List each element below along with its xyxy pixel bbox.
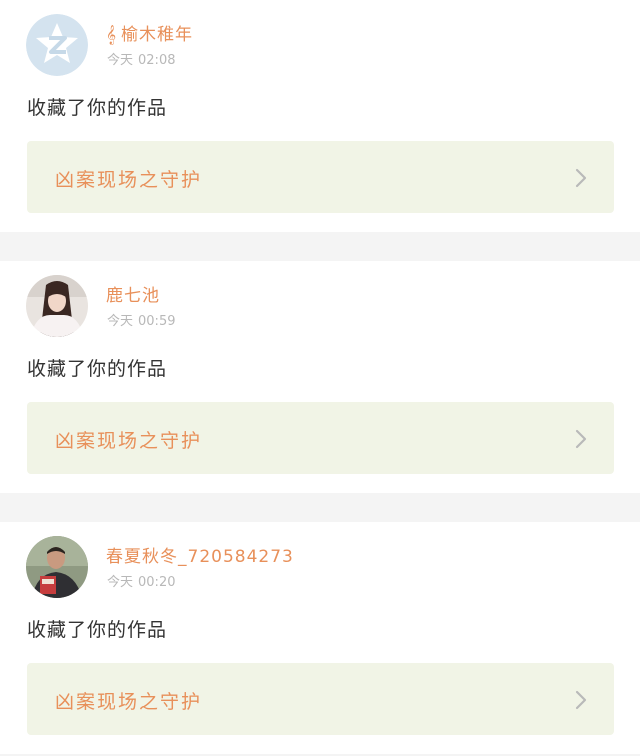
username-text: 榆木稚年: [121, 25, 194, 45]
avatar[interactable]: [26, 275, 88, 337]
work-title: 凶案现场之守护: [55, 430, 203, 452]
work-link[interactable]: 凶案现场之守护: [27, 141, 614, 213]
timestamp-day: 今天: [107, 314, 134, 329]
notification-feed: 𝄞 榆木稚年 今天 02:08 收藏了你的作品 凶案现场之守护 鹿七池 今天 0…: [0, 0, 640, 754]
timestamp-clock: 00:20: [138, 575, 176, 590]
work-link[interactable]: 凶案现场之守护: [27, 402, 614, 474]
timestamp: 今天 00:59: [107, 310, 175, 329]
qq-default-avatar-icon: [26, 14, 88, 76]
chevron-right-icon: [574, 167, 588, 189]
username[interactable]: 春夏秋冬_720584273: [106, 542, 294, 567]
avatar[interactable]: [26, 536, 88, 598]
notification-card: 春夏秋冬_720584273 今天 00:20 收藏了你的作品 凶案现场之守护: [0, 522, 640, 754]
username-text: 鹿七池: [106, 286, 160, 306]
avatar[interactable]: [26, 14, 88, 76]
action-text: 收藏了你的作品: [27, 97, 168, 119]
user-photo-avatar-icon: [26, 536, 88, 598]
action-text: 收藏了你的作品: [27, 358, 168, 380]
timestamp-day: 今天: [107, 53, 134, 68]
timestamp-day: 今天: [107, 575, 134, 590]
action-text: 收藏了你的作品: [27, 619, 168, 641]
chevron-right-icon: [574, 689, 588, 711]
timestamp: 今天 02:08: [107, 49, 175, 68]
notification-card: 鹿七池 今天 00:59 收藏了你的作品 凶案现场之守护: [0, 261, 640, 493]
work-link[interactable]: 凶案现场之守护: [27, 663, 614, 735]
username-text: 春夏秋冬_720584273: [106, 547, 294, 567]
treble-clef-icon: 𝄞: [106, 25, 118, 45]
user-photo-avatar-icon: [26, 275, 88, 337]
timestamp: 今天 00:20: [107, 571, 175, 590]
username[interactable]: 𝄞 榆木稚年: [106, 20, 193, 45]
timestamp-clock: 02:08: [138, 53, 176, 68]
work-title: 凶案现场之守护: [55, 691, 203, 713]
work-title: 凶案现场之守护: [55, 169, 203, 191]
timestamp-clock: 00:59: [138, 314, 176, 329]
notification-card: 𝄞 榆木稚年 今天 02:08 收藏了你的作品 凶案现场之守护: [0, 0, 640, 232]
chevron-right-icon: [574, 428, 588, 450]
username[interactable]: 鹿七池: [106, 281, 160, 306]
